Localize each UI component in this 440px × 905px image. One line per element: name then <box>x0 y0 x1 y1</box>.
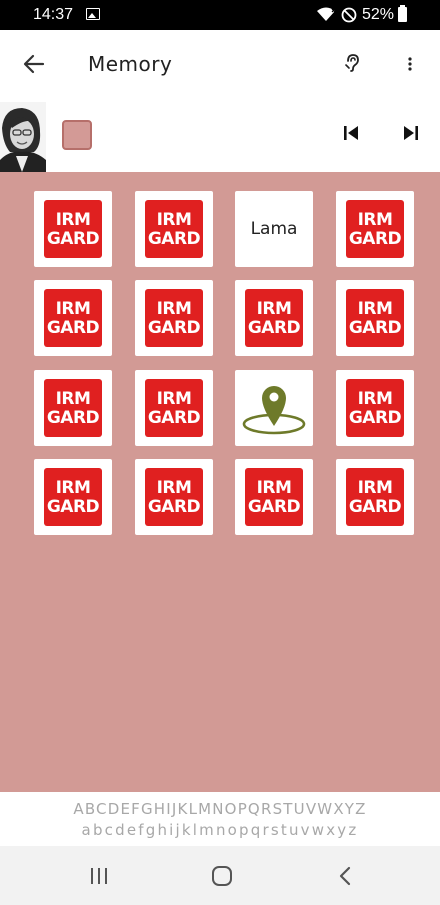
logo-line-1: IRM <box>256 478 292 498</box>
irmgard-logo: IRM GARD <box>346 200 404 258</box>
memory-card[interactable]: IRM GARD <box>135 280 213 356</box>
alphabet-lower: abcdefghijklmnopqrstuvwxyz <box>81 821 359 839</box>
battery-icon <box>398 5 407 22</box>
logo-line-2: GARD <box>46 318 100 338</box>
status-time: 14:37 <box>33 6 74 23</box>
memory-card[interactable]: IRM GARD <box>34 280 112 356</box>
app-bar: Memory <box>0 30 440 98</box>
system-nav-bar <box>0 846 440 905</box>
logo-line-2: GARD <box>348 318 402 338</box>
logo-line-2: GARD <box>46 408 100 428</box>
memory-card[interactable]: IRM GARD <box>34 459 112 535</box>
irmgard-logo: IRM GARD <box>245 468 303 526</box>
memory-card-revealed[interactable] <box>235 370 313 446</box>
logo-line-1: IRM <box>357 299 393 319</box>
player-row <box>0 98 440 172</box>
logo-line-1: IRM <box>156 478 192 498</box>
logo-line-1: IRM <box>156 299 192 319</box>
ear-icon[interactable] <box>342 52 362 74</box>
card-word: Lama <box>250 219 298 239</box>
app-root: 14:37 52% Memory IRM GARD IRM GARD Lama … <box>0 0 440 905</box>
page-title: Memory <box>88 52 173 76</box>
logo-line-2: GARD <box>147 408 201 428</box>
logo-line-1: IRM <box>55 210 91 230</box>
irmgard-logo: IRM GARD <box>44 200 102 258</box>
logo-line-1: IRM <box>55 389 91 409</box>
battery-percent: 52% <box>362 6 395 23</box>
irmgard-logo: IRM GARD <box>44 289 102 347</box>
memory-card[interactable]: IRM GARD <box>34 191 112 267</box>
logo-line-2: GARD <box>247 497 301 517</box>
memory-card[interactable]: IRM GARD <box>336 459 414 535</box>
logo-line-2: GARD <box>147 318 201 338</box>
logo-line-2: GARD <box>46 497 100 517</box>
skip-previous-icon[interactable] <box>342 124 360 142</box>
alphabet-upper: ABCDEFGHIJKLMNOPQRSTUVWXYZ <box>73 800 367 818</box>
memory-card[interactable]: IRM GARD <box>34 370 112 446</box>
memory-board: IRM GARD IRM GARD Lama IRM GARD IRM GARD IRM… <box>0 172 440 792</box>
logo-line-2: GARD <box>147 497 201 517</box>
irmgard-logo: IRM GARD <box>346 289 404 347</box>
logo-line-2: GARD <box>247 318 301 338</box>
do-not-disturb-icon <box>341 7 357 23</box>
color-swatch[interactable] <box>62 120 92 150</box>
logo-line-1: IRM <box>55 478 91 498</box>
logo-line-2: GARD <box>348 497 402 517</box>
logo-line-2: GARD <box>348 408 402 428</box>
irmgard-logo: IRM GARD <box>44 379 102 437</box>
memory-card[interactable]: IRM GARD <box>135 370 213 446</box>
logo-line-1: IRM <box>55 299 91 319</box>
memory-card[interactable]: IRM GARD <box>336 191 414 267</box>
logo-line-1: IRM <box>357 478 393 498</box>
irmgard-logo: IRM GARD <box>44 468 102 526</box>
status-bar: 14:37 52% <box>0 0 440 30</box>
memory-card[interactable]: IRM GARD <box>336 280 414 356</box>
memory-card[interactable]: IRM GARD <box>336 370 414 446</box>
more-vert-icon[interactable] <box>402 54 418 74</box>
memory-card-revealed[interactable]: Lama <box>235 191 313 267</box>
memory-card[interactable]: IRM GARD <box>135 191 213 267</box>
recent-apps-icon[interactable] <box>89 866 109 886</box>
logo-line-1: IRM <box>156 210 192 230</box>
logo-line-2: GARD <box>147 229 201 249</box>
back-arrow-icon[interactable] <box>22 52 46 76</box>
logo-line-1: IRM <box>357 389 393 409</box>
wifi-icon <box>317 7 336 21</box>
irmgard-logo: IRM GARD <box>145 200 203 258</box>
home-icon[interactable] <box>211 865 233 887</box>
alphabet-strip: ABCDEFGHIJKLMNOPQRSTUVWXYZ abcdefghijklm… <box>0 792 440 846</box>
memory-card[interactable]: IRM GARD <box>235 459 313 535</box>
logo-line-1: IRM <box>357 210 393 230</box>
logo-line-1: IRM <box>156 389 192 409</box>
logo-line-1: IRM <box>256 299 292 319</box>
image-icon <box>86 8 100 20</box>
irmgard-logo: IRM GARD <box>145 289 203 347</box>
irmgard-logo: IRM GARD <box>145 468 203 526</box>
memory-card[interactable]: IRM GARD <box>235 280 313 356</box>
skip-next-icon[interactable] <box>402 124 420 142</box>
irmgard-logo: IRM GARD <box>346 468 404 526</box>
location-pin-icon <box>242 386 306 435</box>
logo-line-2: GARD <box>46 229 100 249</box>
back-nav-icon[interactable] <box>337 865 353 887</box>
irmgard-logo: IRM GARD <box>145 379 203 437</box>
avatar[interactable] <box>0 102 46 172</box>
irmgard-logo: IRM GARD <box>245 289 303 347</box>
irmgard-logo: IRM GARD <box>346 379 404 437</box>
memory-card[interactable]: IRM GARD <box>135 459 213 535</box>
logo-line-2: GARD <box>348 229 402 249</box>
